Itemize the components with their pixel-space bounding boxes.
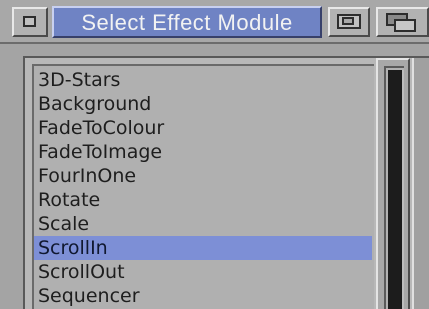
zoom-gadget-icon[interactable] — [328, 7, 370, 37]
window-right-border — [412, 58, 429, 309]
list-item[interactable]: FourInOne — [34, 164, 372, 188]
depth-gadget-front — [394, 19, 416, 32]
depth-gadget-icon[interactable] — [376, 7, 429, 37]
list-scrollbar[interactable] — [376, 58, 410, 309]
close-gadget-icon[interactable] — [12, 7, 48, 37]
scroll-knob[interactable] — [388, 70, 404, 309]
list-item[interactable]: Sequencer — [34, 284, 372, 308]
effect-module-list[interactable]: 3D-Stars Background FadeToColour FadeToImag… — [32, 64, 374, 309]
list-item[interactable]: FadeToImage — [34, 140, 372, 164]
list-item[interactable]: ScrollOut — [34, 260, 372, 284]
zoom-gadget-inner — [342, 17, 354, 25]
scroll-track[interactable] — [384, 66, 404, 309]
list-item[interactable]: Scale — [34, 212, 372, 236]
list-item[interactable]: Rotate — [34, 188, 372, 212]
window-title: Select Effect Module — [81, 10, 293, 35]
close-gadget-mark — [23, 16, 36, 27]
list-item-selected[interactable]: ScrollIn — [34, 236, 372, 260]
list-item[interactable]: Background — [34, 92, 372, 116]
title-area[interactable]: Select Effect Module — [52, 6, 322, 38]
list-item[interactable]: 3D-Stars — [34, 68, 372, 92]
list-item[interactable]: FadeToColour — [34, 116, 372, 140]
window-body: 3D-Stars Background FadeToColour FadeToImag… — [0, 44, 429, 309]
title-bar[interactable]: Select Effect Module — [0, 0, 429, 44]
effect-module-window: Select Effect Module 3D-Stars Background F… — [0, 0, 429, 309]
